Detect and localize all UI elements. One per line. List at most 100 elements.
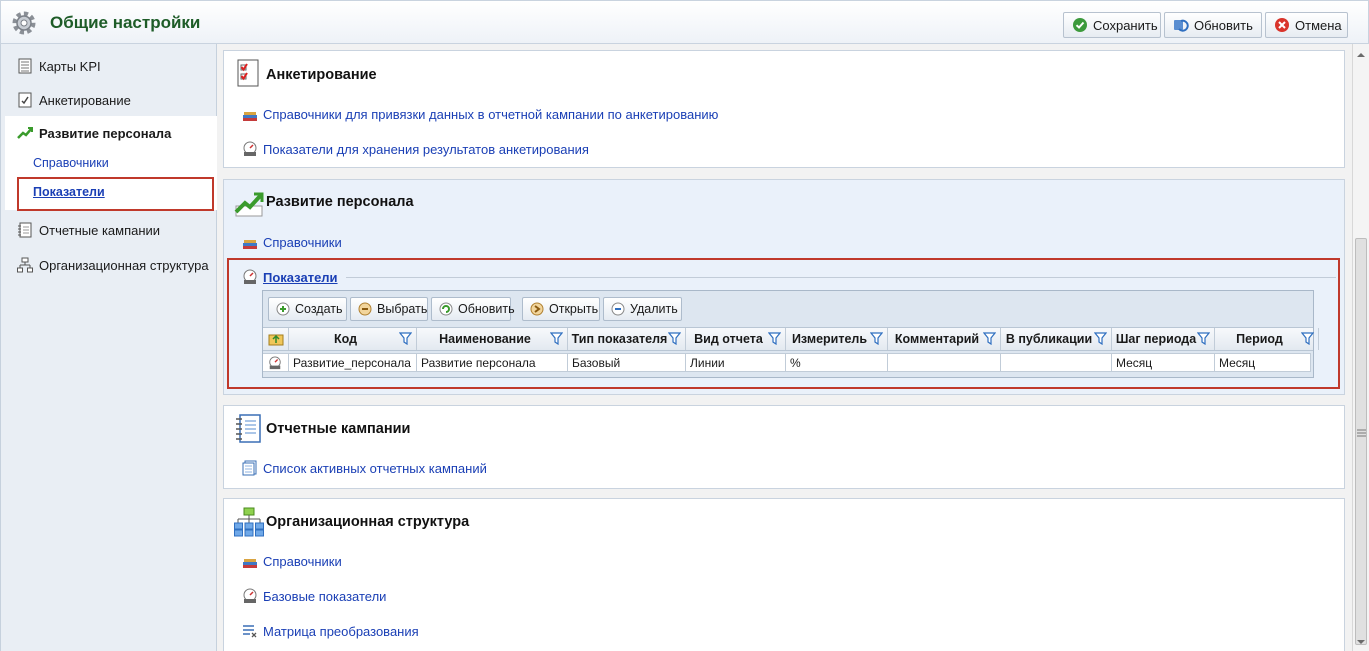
- cell-period: Месяц: [1215, 353, 1311, 372]
- link-label: Базовые показатели: [263, 588, 387, 604]
- growth-chart-icon: [17, 127, 33, 139]
- checklist-icon: [237, 59, 259, 87]
- refresh-icon: [439, 302, 453, 316]
- open-button-label: Открыть: [549, 302, 599, 316]
- filter-icon[interactable]: [550, 332, 563, 345]
- cell-code: Развитие_персонала: [289, 353, 417, 372]
- books-icon: [243, 112, 257, 121]
- link-survey-directories[interactable]: Справочники для привязки данных в отчетн…: [242, 106, 718, 122]
- filter-icon[interactable]: [983, 332, 996, 345]
- checklist-icon: [18, 92, 32, 108]
- matrix-icon: [243, 625, 257, 638]
- cell-type: Базовый: [568, 353, 686, 372]
- page-title: Общие настройки: [50, 13, 201, 32]
- delete-button[interactable]: Удалить: [603, 297, 682, 321]
- delete-icon: [611, 302, 625, 316]
- table-row[interactable]: Развитие_персонала Развитие персонала Ба…: [263, 353, 1313, 373]
- sidebar-item-label: Развитие персонала: [39, 125, 172, 141]
- choose-button[interactable]: Выбрать: [350, 297, 428, 321]
- link-staff-directories[interactable]: Справочники: [242, 234, 342, 250]
- abc-gauge-icon: [269, 355, 281, 369]
- scroll-up-arrow-icon[interactable]: [1356, 50, 1366, 60]
- refresh-button[interactable]: Обновить: [1164, 12, 1262, 38]
- filter-icon[interactable]: [1094, 332, 1107, 345]
- filter-icon[interactable]: [1301, 332, 1314, 345]
- link-org-directories[interactable]: Справочники: [242, 553, 342, 569]
- link-label: Список активных отчетных кампаний: [263, 460, 487, 476]
- cell-published: [1001, 353, 1112, 372]
- open-icon: [530, 302, 544, 316]
- sidebar-subitem-directories[interactable]: Справочники: [33, 156, 109, 170]
- cancel-button[interactable]: Отмена: [1265, 12, 1348, 38]
- save-button-label: Сохранить: [1093, 17, 1158, 33]
- link-label: Справочники: [263, 553, 342, 569]
- column-header-report-kind[interactable]: Вид отчета: [686, 328, 786, 350]
- column-header-published[interactable]: В публикации: [1001, 328, 1112, 350]
- refresh-icon: [1174, 19, 1189, 32]
- filter-icon[interactable]: [870, 332, 883, 345]
- cell-report-kind: Линии: [686, 353, 786, 372]
- cell-comment: [888, 353, 1001, 372]
- filter-icon[interactable]: [668, 332, 681, 345]
- column-header-comment[interactable]: Комментарий: [888, 328, 1001, 350]
- gear-icon: [12, 11, 36, 35]
- notebook-icon: [236, 414, 261, 443]
- link-org-base-indicators[interactable]: Базовые показатели: [242, 588, 386, 604]
- link-active-campaigns[interactable]: Список активных отчетных кампаний: [242, 460, 487, 476]
- cell-period-step: Месяц: [1112, 353, 1215, 372]
- sidebar-item-org-structure[interactable]: Организационная структура: [1, 248, 217, 282]
- scrollbar-thumb[interactable]: [1355, 238, 1367, 645]
- folder-up-icon: [268, 334, 283, 346]
- create-button[interactable]: Создать: [268, 297, 347, 321]
- create-button-label: Создать: [295, 302, 343, 316]
- column-header-name[interactable]: Наименование: [417, 328, 568, 350]
- delete-button-label: Удалить: [630, 302, 678, 316]
- open-button[interactable]: Открыть: [522, 297, 600, 321]
- row-icon-cell: [263, 353, 289, 372]
- filter-icon[interactable]: [1197, 332, 1210, 345]
- cancel-button-label: Отмена: [1295, 17, 1342, 33]
- grid-refresh-button[interactable]: Обновить: [431, 297, 515, 321]
- sidebar-subitem-indicators[interactable]: Показатели: [33, 185, 105, 199]
- section-staff: Развитие персонала Справочники Показател…: [223, 179, 1345, 395]
- abc-gauge-icon: [243, 269, 257, 284]
- section-campaigns: Отчетные кампании Список активных отчетн…: [223, 405, 1345, 489]
- column-header-type[interactable]: Тип показателя: [568, 328, 686, 350]
- main-content: Анкетирование Справочники для привязки д…: [217, 44, 1352, 651]
- close-circle-icon: [1275, 18, 1289, 32]
- growth-chart-icon: [234, 192, 264, 217]
- link-label: Матрица преобразования: [263, 623, 419, 639]
- grid-header: Код Наименование Тип показателя Вид отче…: [263, 327, 1319, 351]
- filter-icon[interactable]: [768, 332, 781, 345]
- sidebar-item-staff[interactable]: Развитие персонала: [5, 116, 221, 150]
- vertical-scrollbar[interactable]: [1352, 44, 1369, 651]
- sidebar-item-label: Организационная структура: [39, 257, 209, 273]
- column-header-unit[interactable]: Измеритель: [786, 328, 888, 350]
- sidebar-item-label: Карты KPI: [39, 58, 101, 74]
- section-org-structure: Организационная структура Справочники Ба…: [223, 498, 1345, 651]
- sidebar-item-kpi[interactable]: Карты KPI: [1, 49, 217, 83]
- filter-icon[interactable]: [399, 332, 412, 345]
- column-header-code[interactable]: Код: [289, 328, 417, 350]
- grid-refresh-button-label: Обновить: [458, 302, 515, 316]
- add-icon: [276, 302, 290, 316]
- org-structure-icon: [234, 507, 264, 537]
- column-header-period-step[interactable]: Шаг периода: [1112, 328, 1215, 350]
- refresh-button-label: Обновить: [1194, 17, 1253, 33]
- list-icon: [242, 460, 257, 476]
- abc-gauge-icon: [243, 141, 257, 156]
- scroll-down-arrow-icon[interactable]: [1356, 637, 1366, 647]
- link-org-matrix[interactable]: Матрица преобразования: [242, 623, 419, 639]
- sidebar-item-survey[interactable]: Анкетирование: [1, 83, 217, 117]
- save-button[interactable]: Сохранить: [1063, 12, 1161, 38]
- sidebar-item-campaigns[interactable]: Отчетные кампании: [1, 213, 217, 247]
- choose-button-label: Выбрать: [377, 302, 428, 316]
- indicators-subsection-header[interactable]: Показатели: [242, 269, 338, 285]
- sidebar-item-label: Анкетирование: [39, 92, 131, 108]
- header-bar: Общие настройки Сохранить Обновить Отмен…: [0, 0, 1369, 44]
- link-survey-indicators[interactable]: Показатели для хранения результатов анке…: [242, 141, 589, 157]
- expand-cell[interactable]: [263, 328, 289, 350]
- column-header-period[interactable]: Период: [1215, 328, 1319, 350]
- sidebar: Карты KPI Анкетирование Развитие персона…: [0, 44, 217, 651]
- link-label: Справочники для привязки данных в отчетн…: [263, 106, 719, 122]
